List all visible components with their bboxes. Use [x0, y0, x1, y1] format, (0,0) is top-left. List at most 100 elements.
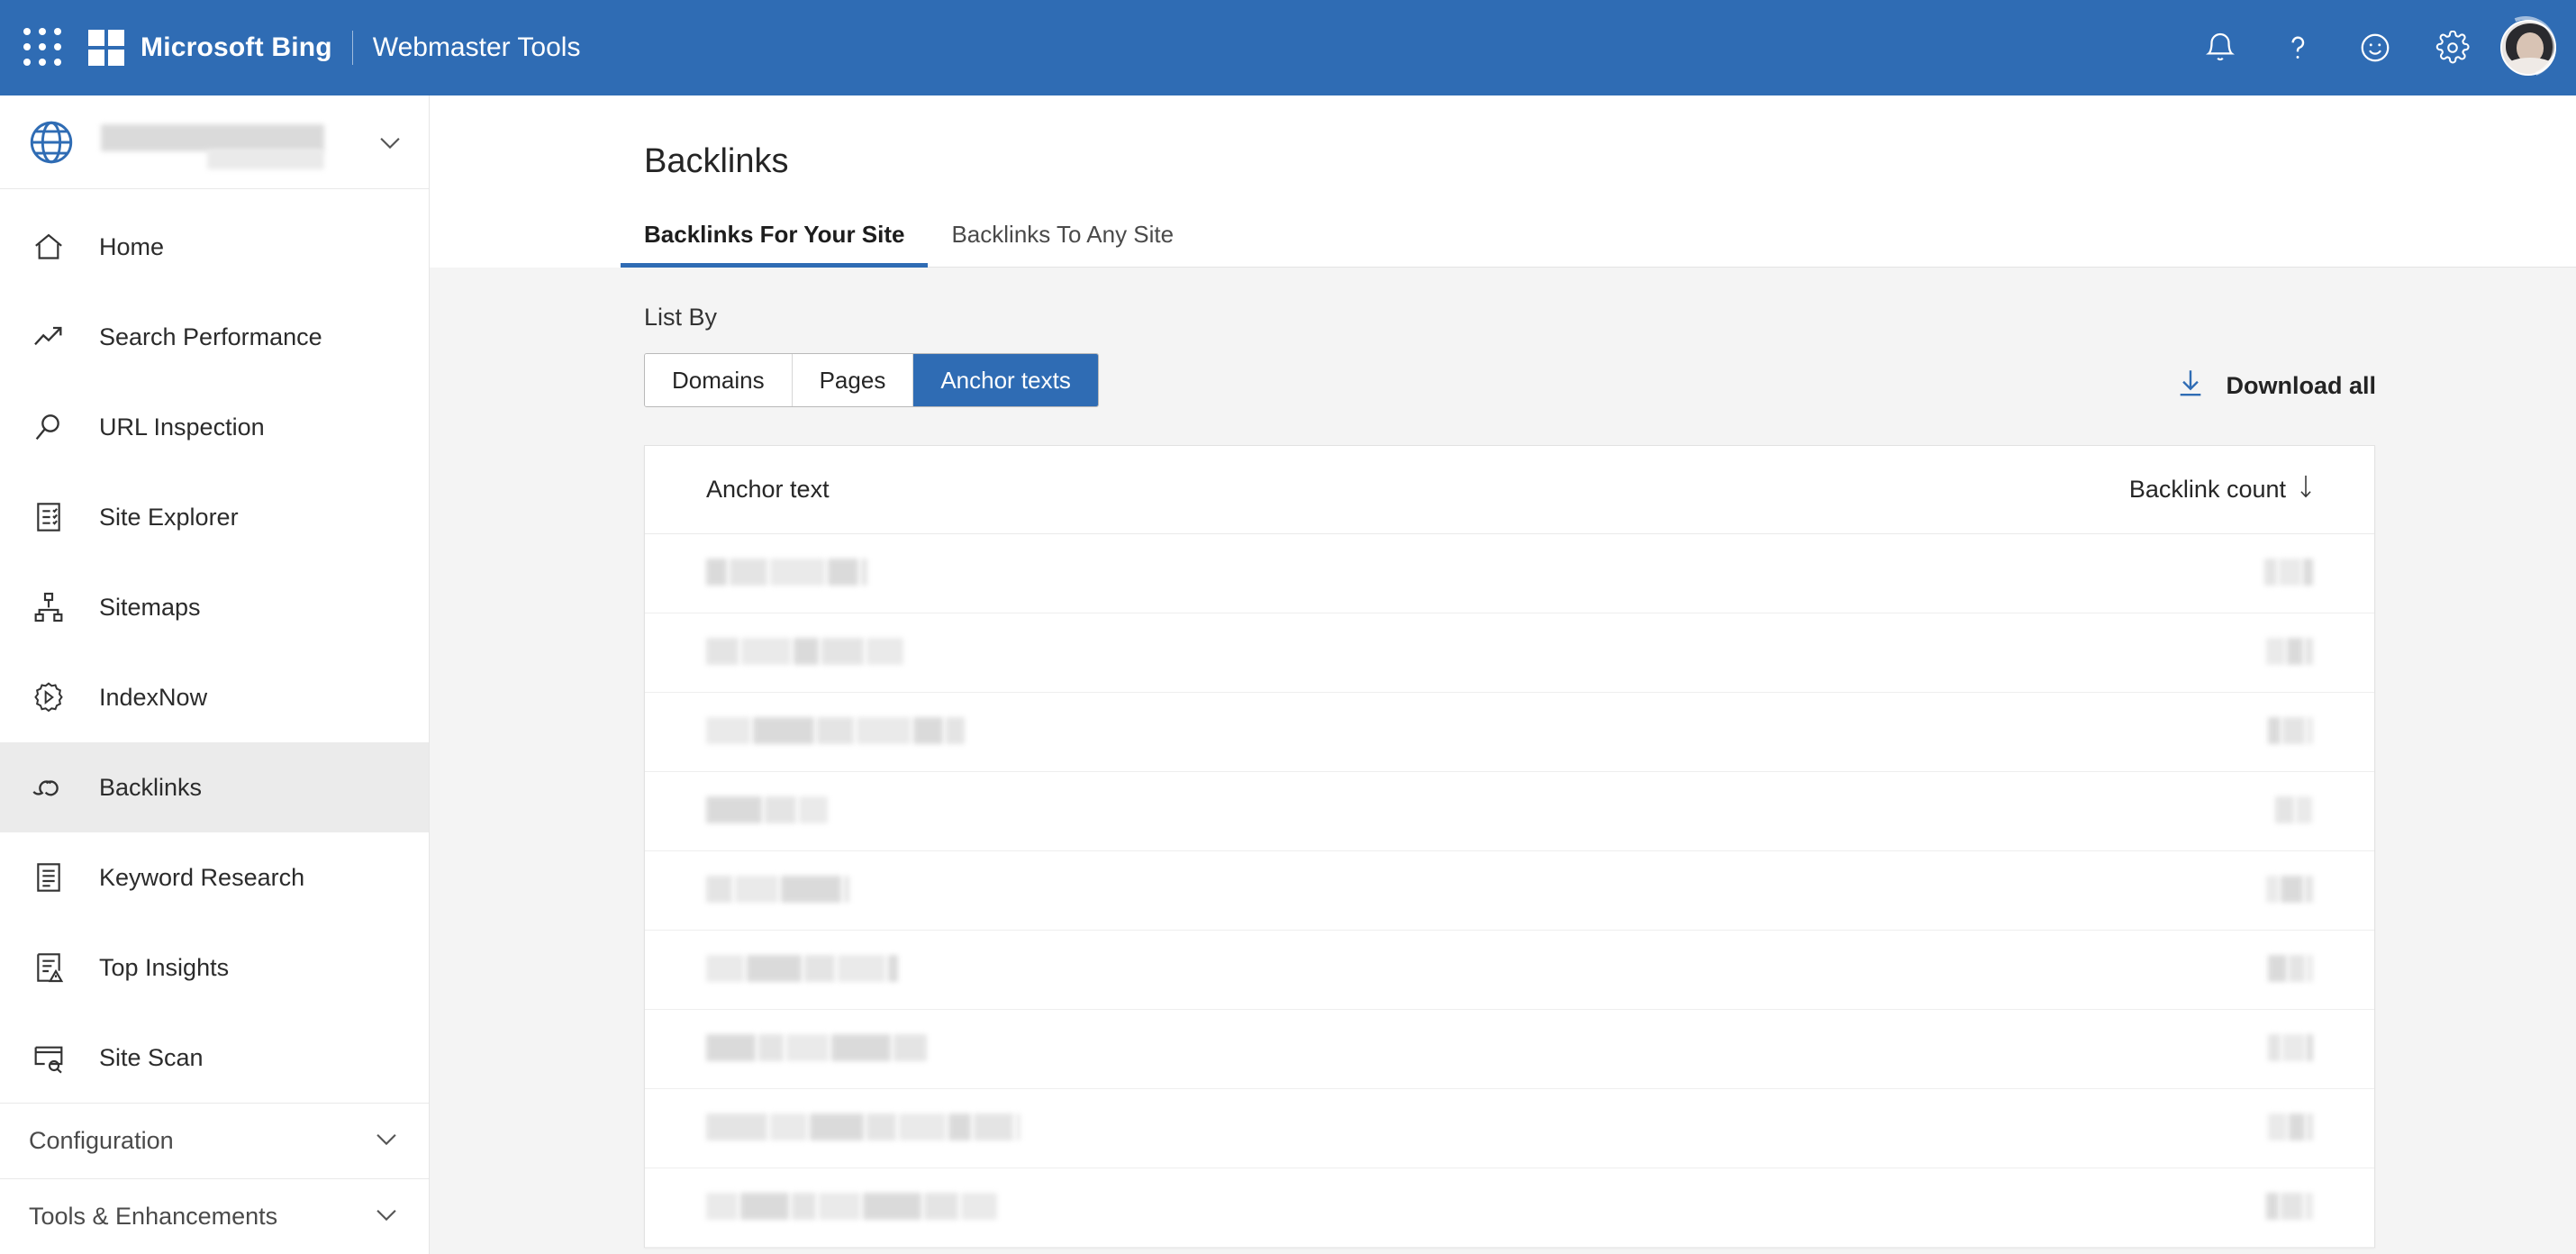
redacted-text-block	[706, 875, 732, 903]
redacted-text-block	[946, 716, 965, 744]
page-title: Backlinks	[644, 142, 789, 180]
cell-anchor-text	[706, 954, 901, 986]
redacted-text-block	[2303, 558, 2313, 586]
redacted-text-block	[2279, 558, 2301, 586]
redacted-text-block	[828, 558, 858, 586]
redacted-text-block	[794, 637, 819, 665]
cell-anchor-text	[706, 716, 967, 748]
table-row[interactable]	[645, 1089, 2374, 1168]
segment-domains[interactable]: Domains	[645, 354, 793, 406]
cell-anchor-text	[706, 875, 852, 906]
webmaster-tools-app: Microsoft Bing Webmaster Tools Home Sear…	[0, 0, 2576, 1254]
redacted-text-block	[2275, 795, 2294, 823]
redacted-text-block	[819, 1192, 860, 1220]
tab-backlinks-to-any-site[interactable]: Backlinks To Any Site	[928, 221, 1197, 267]
redacted-text-block	[758, 1033, 784, 1061]
sidebar-item-home[interactable]: Home	[0, 202, 429, 292]
sidebar-item-label: URL Inspection	[99, 413, 265, 441]
cell-anchor-text	[706, 637, 906, 668]
sidebar-item-backlinks[interactable]: Backlinks	[0, 742, 429, 832]
download-all-button[interactable]: Download all	[2175, 367, 2376, 405]
redacted-text-block	[866, 637, 903, 665]
redacted-text-block	[706, 954, 744, 982]
table-row[interactable]	[645, 772, 2374, 851]
redacted-text-block	[706, 1033, 756, 1061]
redacted-text-block	[799, 795, 828, 823]
tab-label: Backlinks To Any Site	[951, 221, 1175, 248]
segment-pages[interactable]: Pages	[792, 354, 914, 406]
globe-icon	[25, 116, 77, 168]
sidebar-item-site-explorer[interactable]: Site Explorer	[0, 472, 429, 562]
cell-backlink-count	[2268, 1033, 2315, 1065]
sidebar-item-label: Top Insights	[99, 953, 230, 981]
redacted-text-block	[844, 875, 849, 903]
redacted-text-block	[899, 1113, 946, 1140]
sidebar-item-top-insights[interactable]: Top Insights	[0, 922, 429, 1013]
table-row[interactable]	[645, 693, 2374, 772]
sidebar-item-label: IndexNow	[99, 683, 208, 711]
sidebar-item-label: Search Performance	[99, 323, 322, 350]
sidebar-item-keyword-research[interactable]: Keyword Research	[0, 832, 429, 922]
list-by-label: List By	[644, 304, 718, 331]
feedback-icon[interactable]	[2336, 9, 2414, 86]
column-header-anchor-text[interactable]: Anchor text	[706, 476, 830, 504]
redacted-text-block	[2281, 875, 2303, 903]
table-row[interactable]	[645, 931, 2374, 1010]
user-avatar[interactable]	[2500, 20, 2556, 76]
microsoft-logo-icon	[88, 30, 124, 66]
table-row[interactable]	[645, 1168, 2374, 1248]
redacted-text-block	[866, 1113, 896, 1140]
sidebar-group-tools-enhancements[interactable]: Tools & Enhancements	[0, 1178, 429, 1254]
main-header: Backlinks Backlinks For Your Site Backli…	[430, 95, 2576, 268]
column-header-backlink-count[interactable]: Backlink count	[2129, 474, 2315, 505]
redacted-text-block	[730, 558, 767, 586]
site-picker[interactable]	[0, 95, 429, 189]
redacted-text-block	[861, 558, 867, 586]
app-launcher-icon[interactable]	[23, 28, 63, 68]
redacted-text-block	[821, 637, 864, 665]
redacted-text-block	[770, 1113, 807, 1140]
help-icon[interactable]	[2259, 9, 2336, 86]
redacted-text-block	[857, 716, 911, 744]
tab-backlinks-for-your-site[interactable]: Backlinks For Your Site	[621, 221, 929, 268]
download-icon	[2175, 367, 2206, 405]
redacted-text-block	[786, 1033, 829, 1061]
table-row[interactable]	[645, 534, 2374, 613]
redacted-text-block	[2307, 1033, 2313, 1061]
trending-up-icon	[27, 315, 70, 359]
avatar-body	[2504, 58, 2554, 74]
redacted-text-block	[2305, 1192, 2313, 1220]
redacted-text-block	[2282, 716, 2305, 744]
column-header-label: Backlink count	[2128, 476, 2286, 503]
sidebar-group-configuration[interactable]: Configuration	[0, 1103, 429, 1178]
cell-backlink-count	[2268, 1113, 2315, 1144]
redacted-text-block	[2305, 637, 2313, 665]
table-row[interactable]	[645, 851, 2374, 931]
redacted-text-block	[770, 558, 825, 586]
search-icon	[27, 405, 70, 449]
redacted-text-block	[838, 954, 885, 982]
chevron-down-icon[interactable]	[375, 127, 405, 158]
cell-backlink-count	[2275, 795, 2315, 827]
redacted-text-block	[810, 1113, 864, 1140]
settings-icon[interactable]	[2414, 9, 2491, 86]
scan-icon	[27, 1036, 70, 1079]
redacted-text-block	[2281, 1192, 2303, 1220]
redacted-text-block	[2296, 795, 2312, 823]
notifications-icon[interactable]	[2181, 9, 2259, 86]
table-row[interactable]	[645, 613, 2374, 693]
segment-anchor-texts[interactable]: Anchor texts	[913, 354, 1098, 406]
redacted-text-block	[747, 954, 802, 982]
chevron-down-icon[interactable]	[371, 1123, 402, 1159]
sidebar-item-sitemaps[interactable]: Sitemaps	[0, 562, 429, 652]
sidebar-item-search-performance[interactable]: Search Performance	[0, 292, 429, 382]
chevron-down-icon[interactable]	[371, 1199, 402, 1234]
sidebar-item-site-scan[interactable]: Site Scan	[0, 1013, 429, 1103]
table-row[interactable]	[645, 1010, 2374, 1089]
cell-anchor-text	[706, 1033, 930, 1065]
sidebar-item-url-inspection[interactable]: URL Inspection	[0, 382, 429, 472]
arrow-down-icon	[2297, 474, 2315, 505]
top-header-bar: Microsoft Bing Webmaster Tools	[0, 0, 2576, 95]
brand-title[interactable]: Microsoft Bing	[141, 32, 332, 63]
sidebar-item-indexnow[interactable]: IndexNow	[0, 652, 429, 742]
